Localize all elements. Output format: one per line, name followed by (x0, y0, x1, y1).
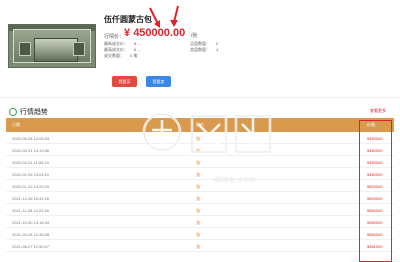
banknote-right-seal (73, 42, 85, 56)
price-unit: /张 (191, 33, 198, 39)
info-right: 买盘数量： 0 卖盘数量： 4 (190, 41, 218, 53)
annotation-arrow-left-icon (149, 7, 160, 28)
info-deal-count: 成交数量： 0 笔 (104, 53, 138, 58)
banknote-yurt-scene (34, 38, 78, 62)
watermark-logo-icon (142, 112, 272, 154)
section-title: 行情趋势 (20, 109, 48, 116)
info-left: 最新成交价： ¥ - - 最高成交价： ¥ - - 成交数量： 0 笔 (104, 41, 141, 59)
table-row: 2021-10-30 13:16:44 张 ¥560000 (6, 217, 394, 228)
header-date: 日期 (12, 122, 20, 127)
info-sell-count: 卖盘数量： 4 (190, 47, 219, 52)
banknote-left-seal (19, 42, 31, 56)
banknote-image (8, 24, 96, 68)
price-highlight-box (359, 120, 392, 262)
watermark-text: dlmb.com (214, 175, 257, 184)
product-title: 伍仟圆蒙古包 (104, 15, 152, 24)
trend-icon (9, 108, 17, 116)
table-row: 2021-12-28 15:42:26 张 ¥500000 (6, 193, 394, 204)
table-row: 2021-08-27 12:50:07 张 ¥561000 (6, 241, 394, 252)
section-divider (0, 97, 400, 98)
table-row: 2021-09-26 12:46:28 张 ¥560000 (6, 229, 394, 240)
banknote-frame (13, 29, 91, 63)
view-more-link[interactable]: 查看更多 (370, 108, 386, 114)
buy-button[interactable]: 我要买 (112, 76, 137, 87)
price-label: 行情价： (104, 34, 125, 40)
table-row: 2021-11-28 14:22:48 张 ¥560000 (6, 205, 394, 216)
annotation-arrow-right-icon (170, 5, 179, 27)
sell-button[interactable]: 我要卖 (146, 76, 171, 87)
